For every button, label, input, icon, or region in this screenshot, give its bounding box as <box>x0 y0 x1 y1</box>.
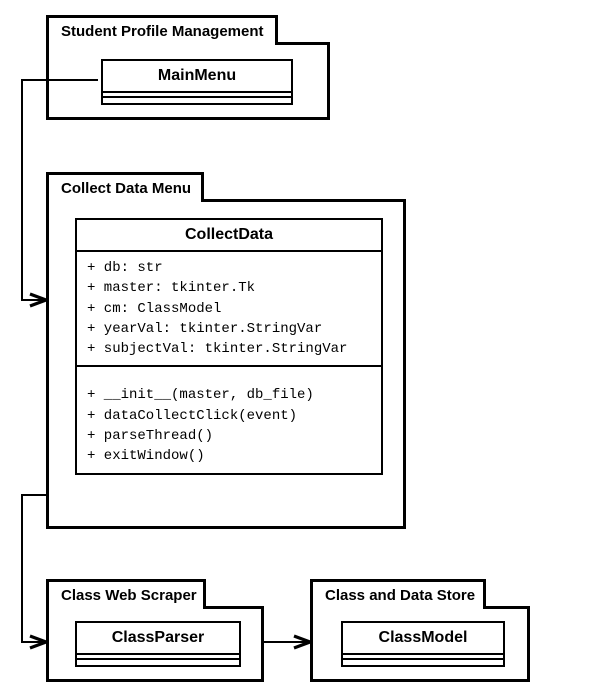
attr: + yearVal: tkinter.StringVar <box>87 319 371 339</box>
class-name-classmodel: ClassModel <box>343 623 503 655</box>
attr: + db: str <box>87 258 371 278</box>
package-class-web-scraper: Class Web Scraper ClassParser <box>46 606 264 682</box>
method: + __init__(master, db_file) <box>87 385 371 405</box>
method: + dataCollectClick(event) <box>87 406 371 426</box>
class-collectdata: CollectData + db: str + master: tkinter.… <box>75 218 383 475</box>
arrow-collectdata-to-classparser <box>22 495 46 642</box>
class-classparser: ClassParser <box>75 621 241 667</box>
attr: + master: tkinter.Tk <box>87 278 371 298</box>
package-title: Collect Data Menu <box>61 180 191 197</box>
class-name-mainmenu: MainMenu <box>103 61 291 93</box>
method: + parseThread() <box>87 426 371 446</box>
package-title: Class Web Scraper <box>61 587 197 604</box>
method: + exitWindow() <box>87 446 371 466</box>
class-methods-classparser <box>77 660 239 665</box>
package-tab-cws: Class Web Scraper <box>46 579 206 609</box>
class-name-classparser: ClassParser <box>77 623 239 655</box>
attr: + subjectVal: tkinter.StringVar <box>87 339 371 359</box>
class-mainmenu: MainMenu <box>101 59 293 105</box>
class-methods-classmodel <box>343 660 503 665</box>
package-tab-spm: Student Profile Management <box>46 15 278 45</box>
class-methods-mainmenu <box>103 98 291 103</box>
class-methods-collectdata: + __init__(master, db_file) + dataCollec… <box>77 367 381 472</box>
class-classmodel: ClassModel <box>341 621 505 667</box>
class-attrs-collectdata: + db: str + master: tkinter.Tk + cm: Cla… <box>77 252 381 367</box>
package-tab-cds: Class and Data Store <box>310 579 486 609</box>
package-title: Class and Data Store <box>325 587 475 604</box>
package-student-profile-management: Student Profile Management MainMenu <box>46 42 330 120</box>
package-class-data-store: Class and Data Store ClassModel <box>310 606 530 682</box>
package-tab-cdm: Collect Data Menu <box>46 172 204 202</box>
class-name-collectdata: CollectData <box>77 220 381 252</box>
package-collect-data-menu: Collect Data Menu CollectData + db: str … <box>46 199 406 529</box>
attr: + cm: ClassModel <box>87 299 371 319</box>
package-title: Student Profile Management <box>61 23 264 40</box>
